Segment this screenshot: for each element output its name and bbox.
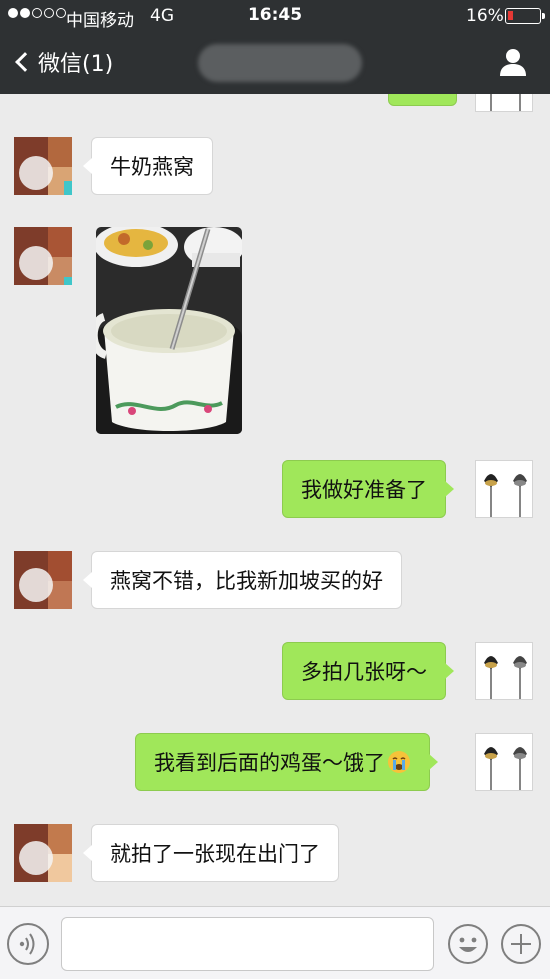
person-icon[interactable] xyxy=(498,47,528,77)
bird-avatar-icon xyxy=(484,656,527,699)
avatar-contact[interactable] xyxy=(14,227,72,285)
message-bubble-incoming[interactable]: 燕窝不错，比我新加坡买的好 xyxy=(83,551,402,609)
chat-message-list[interactable]: 牛奶燕窝 我做好准备了 燕窝不错，比我新加坡买的好 多拍几张呀～ 我看到后面的鸡… xyxy=(0,94,550,906)
chevron-left-icon xyxy=(15,52,35,72)
plus-icon xyxy=(501,924,541,964)
message-bubble-incoming[interactable]: 就拍了一张现在出门了 xyxy=(83,824,339,882)
nav-bar: 微信(1) xyxy=(0,32,550,94)
status-bar: 中国移动 4G 16:45 16% xyxy=(0,0,550,32)
avatar-contact[interactable] xyxy=(14,551,72,609)
contact-avatar-image xyxy=(14,227,72,285)
back-label: 微信(1) xyxy=(38,52,114,77)
battery-percentage: 16% xyxy=(466,6,504,26)
bird-avatar-icon xyxy=(484,747,527,790)
battery-icon xyxy=(505,8,545,24)
bird-avatar-icon xyxy=(484,474,527,517)
voice-button[interactable] xyxy=(7,923,49,965)
back-button[interactable]: 微信(1) xyxy=(12,46,113,78)
avatar-self[interactable] xyxy=(475,94,533,112)
message-photo[interactable] xyxy=(96,227,242,434)
message-bubble-outgoing[interactable]: 我做好准备了 xyxy=(282,460,454,518)
crying-face-emoji xyxy=(388,751,410,773)
plus-button[interactable] xyxy=(500,923,542,965)
avatar-self[interactable] xyxy=(475,460,533,518)
avatar-self[interactable] xyxy=(475,642,533,700)
avatar-self[interactable] xyxy=(475,733,533,791)
contact-avatar-image xyxy=(14,824,72,882)
smiley-icon xyxy=(448,924,488,964)
message-input[interactable] xyxy=(61,917,434,971)
avatar-contact[interactable] xyxy=(14,137,72,195)
message-bubble-outgoing[interactable]: 我看到后面的鸡蛋～饿了 xyxy=(135,733,438,791)
contact-avatar-image xyxy=(14,551,72,609)
chat-title-redacted xyxy=(198,44,362,82)
bird-avatar-icon xyxy=(490,94,521,111)
input-toolbar xyxy=(0,906,550,979)
emoji-button[interactable] xyxy=(447,923,489,965)
message-bubble-incoming[interactable]: 牛奶燕窝 xyxy=(83,137,213,195)
avatar-contact[interactable] xyxy=(14,824,72,882)
previous-message-bubble[interactable] xyxy=(388,94,457,106)
message-bubble-outgoing[interactable]: 多拍几张呀～ xyxy=(282,642,454,700)
bird-nest-milk-photo xyxy=(96,227,242,434)
message-text: 我看到后面的鸡蛋～饿了 xyxy=(154,751,385,775)
contact-avatar-image xyxy=(14,137,72,195)
voice-icon xyxy=(19,933,35,955)
